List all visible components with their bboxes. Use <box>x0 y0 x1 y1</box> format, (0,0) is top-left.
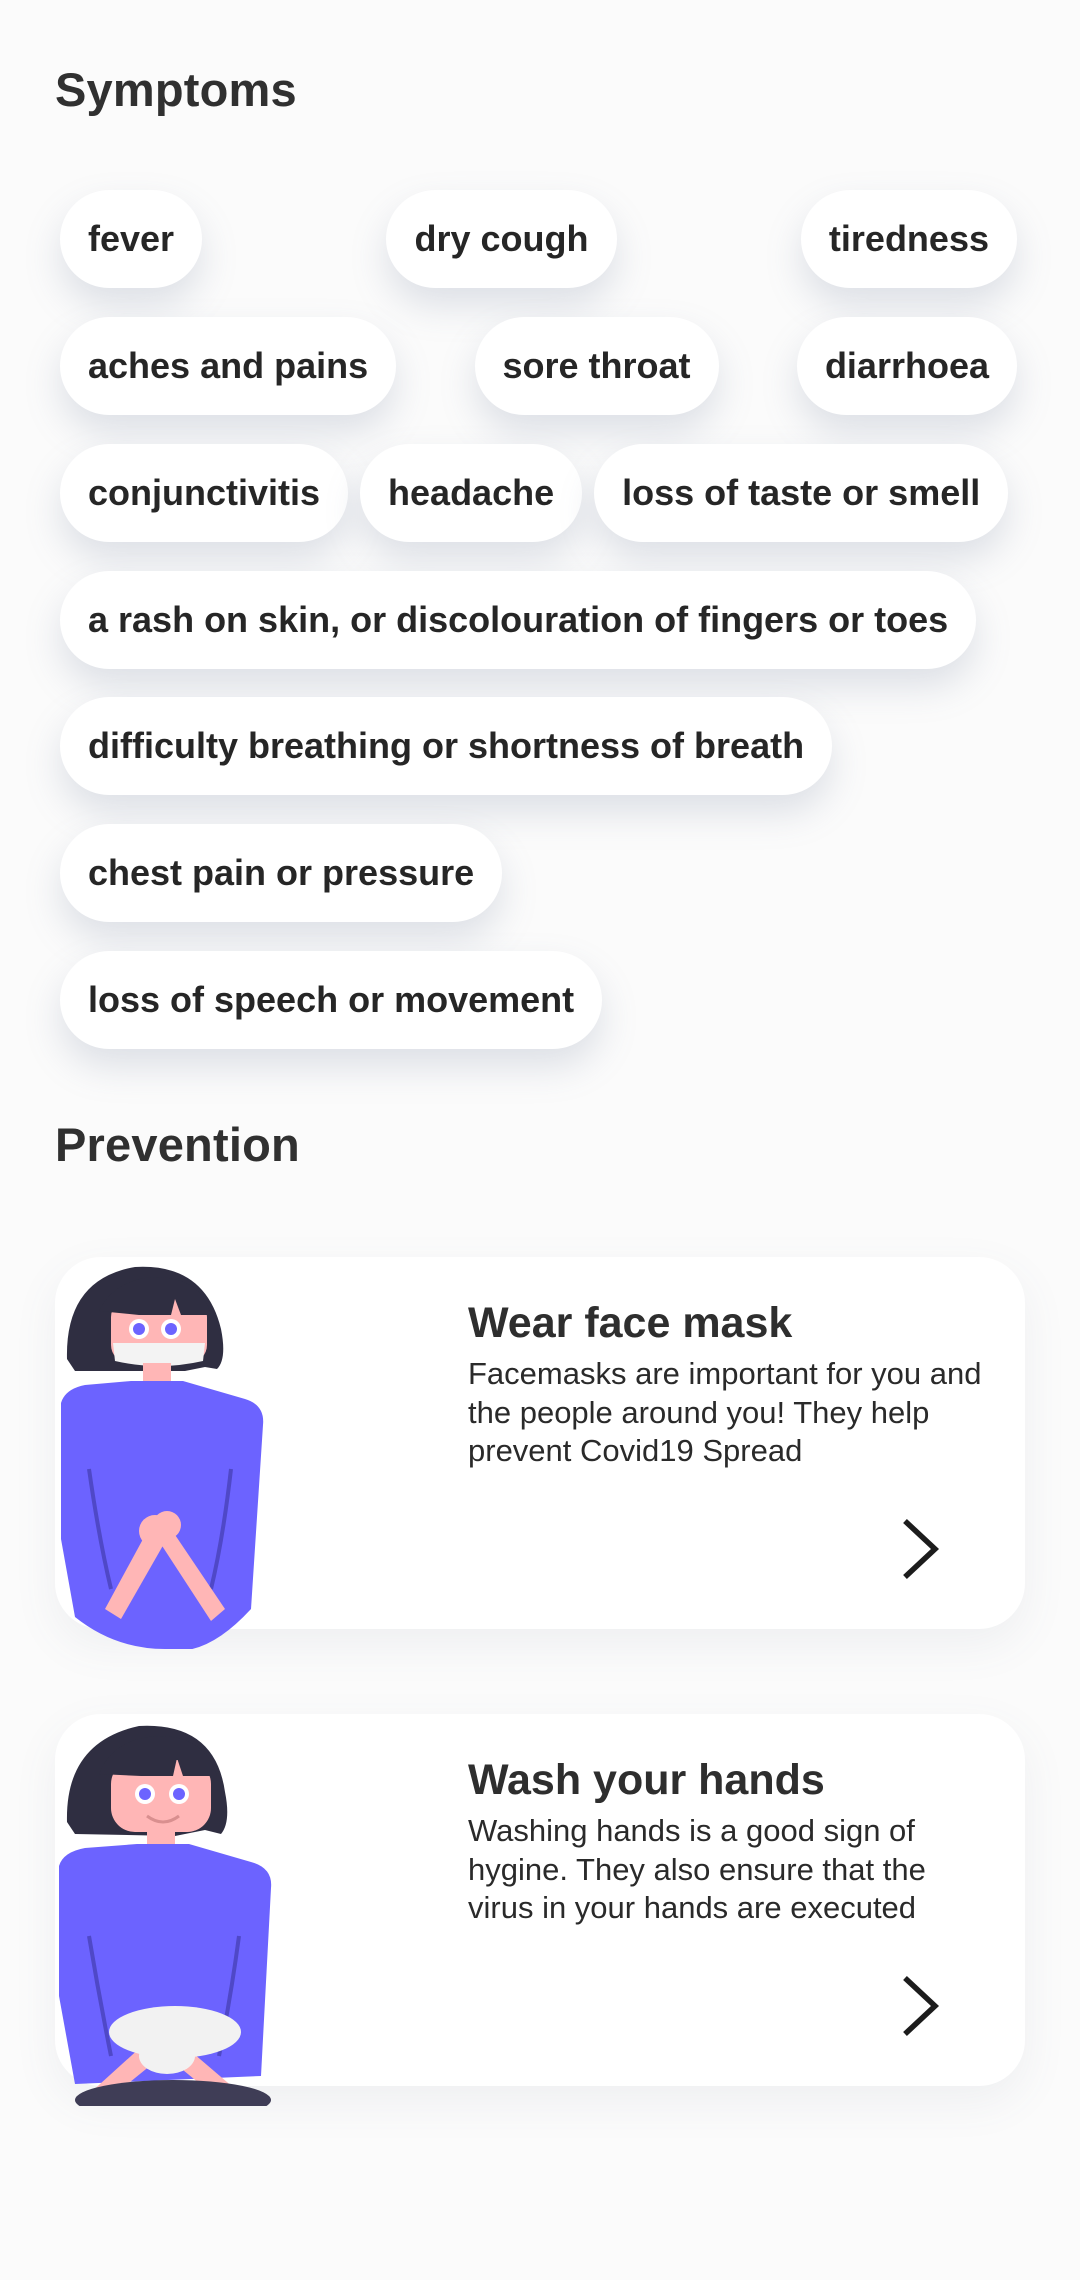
symptom-row: aches and pains sore throat diarrhoea <box>60 317 1017 415</box>
symptom-chip-tiredness[interactable]: tiredness <box>800 190 1017 288</box>
symptom-chip-headache[interactable]: headache <box>360 444 583 542</box>
symptom-chip-aches-and-pains[interactable]: aches and pains <box>60 317 397 415</box>
woman-wearing-mask-illustration <box>61 1266 264 1649</box>
prevention-card-face-mask[interactable]: Wear face mask Facemasks are important f… <box>55 1257 1025 1649</box>
chevron-right-icon[interactable] <box>895 1972 947 2040</box>
card-title: Wear face mask <box>468 1299 793 1347</box>
symptom-chip-diarrhoea[interactable]: diarrhoea <box>796 317 1017 415</box>
symptom-row: difficulty breathing or shortness of bre… <box>60 697 1017 795</box>
symptom-row: loss of speech or movement <box>60 951 1017 1049</box>
symptom-row: a rash on skin, or discolouration of fin… <box>60 571 1017 669</box>
symptom-chip-conjunctivitis[interactable]: conjunctivitis <box>60 444 349 542</box>
symptom-chip-dry-cough[interactable]: dry cough <box>386 190 617 288</box>
card-description: Washing hands is a good sign of hygine. … <box>468 1813 926 1925</box>
symptom-row: fever dry cough tiredness <box>60 190 1017 288</box>
prevention-card-wash-hands[interactable]: Wash your hands Washing hands is a good … <box>55 1714 1025 2106</box>
symptom-chip-chest-pain[interactable]: chest pain or pressure <box>60 824 503 922</box>
symptom-chip-sore-throat[interactable]: sore throat <box>474 317 719 415</box>
card-title: Wash your hands <box>468 1756 825 1804</box>
symptom-row: chest pain or pressure <box>60 824 1017 922</box>
symptom-row: conjunctivitis headache loss of taste or… <box>60 444 1017 542</box>
symptom-chip-difficulty-breathing[interactable]: difficulty breathing or shortness of bre… <box>60 697 833 795</box>
symptom-chip-loss-of-speech[interactable]: loss of speech or movement <box>60 951 603 1049</box>
card-description: Facemasks are important for you and the … <box>468 1356 982 1468</box>
symptom-chip-loss-of-taste-or-smell[interactable]: loss of taste or smell <box>594 444 1009 542</box>
symptom-chip-fever[interactable]: fever <box>60 190 203 288</box>
symptom-chip-skin-rash[interactable]: a rash on skin, or discolouration of fin… <box>60 571 977 669</box>
chevron-right-icon[interactable] <box>895 1515 947 1583</box>
symptoms-title: Symptoms <box>55 63 297 116</box>
woman-washing-hands-illustration <box>59 1725 272 2106</box>
prevention-title: Prevention <box>55 1118 300 1171</box>
